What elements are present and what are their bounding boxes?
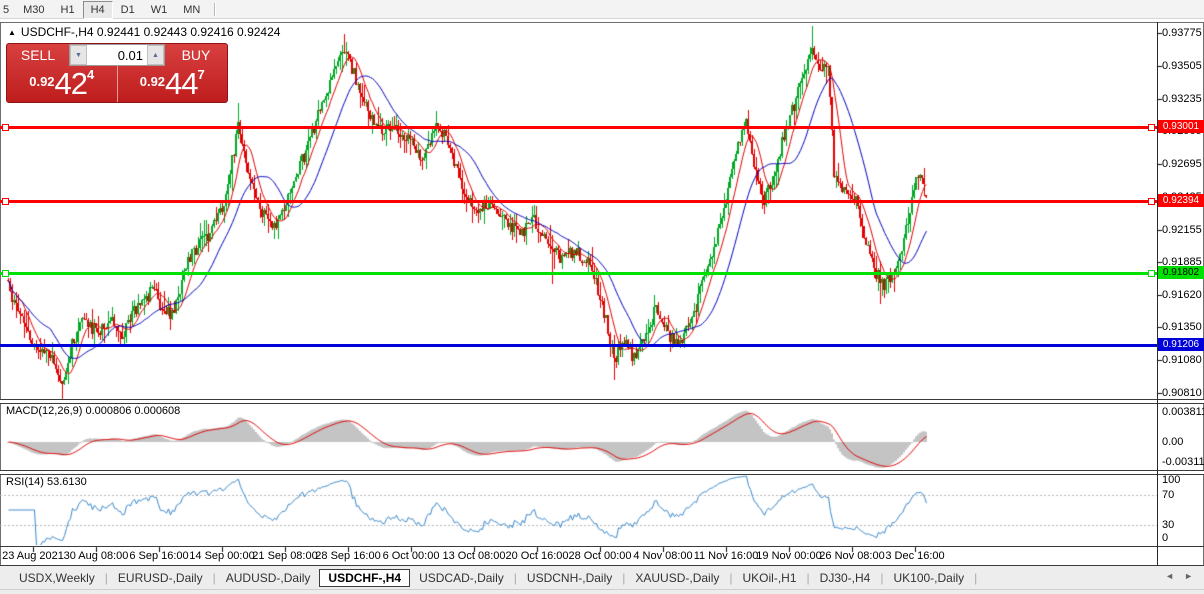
date-axis-label: 6 Sep 16:00 <box>129 550 189 562</box>
line-drag-handle[interactable] <box>2 124 9 131</box>
date-axis-label: 11 Nov 16:00 <box>693 550 759 562</box>
lot-decrease-button[interactable]: ▼ <box>70 45 87 65</box>
sell-price-display[interactable]: 0.92424 <box>7 66 118 102</box>
line-drag-handle[interactable] <box>2 198 9 205</box>
chart-tab-eurusd-daily[interactable]: EURUSD-,Daily <box>109 569 212 587</box>
price-axis-tick: 0.92695 <box>1162 158 1202 171</box>
chart-tab-bar: USDX,Weekly | EURUSD-,Daily | AUDUSD-,Daily U… <box>0 566 1204 589</box>
rsi-indicator-label: RSI(14) 53.6130 <box>6 476 87 488</box>
lot-size-stepper: ▼ ▲ <box>69 44 165 66</box>
date-axis-label: 21 Sep 08:00 <box>252 550 318 562</box>
chart-tab-usdx-weekly[interactable]: USDX,Weekly <box>10 569 104 587</box>
buy-price-display[interactable]: 0.92447 <box>118 66 228 102</box>
line-drag-handle[interactable] <box>1148 124 1155 131</box>
chart-tab-uk100-daily[interactable]: UK100-,Daily <box>884 569 973 587</box>
chart-title-text: USDCHF-,H4 0.92441 0.92443 0.92416 0.924… <box>20 25 281 39</box>
tab-scroll-left-icon[interactable]: ◄ <box>1160 571 1179 581</box>
macd-axis-tick: -0.00311 <box>1162 456 1204 468</box>
chart-tab-usdchf-h4[interactable]: USDCHF-,H4 <box>319 568 411 587</box>
date-axis-label: 20 Oct 16:00 <box>505 550 569 562</box>
chart-tab-usdcnh-daily[interactable]: USDCNH-,Daily <box>518 569 621 587</box>
sell-price-main: 42 <box>54 66 88 101</box>
tab-scroll-arrows: ◄ ► <box>1160 571 1198 581</box>
date-axis-label: 28 Sep 16:00 <box>315 550 381 562</box>
date-axis-label: 28 Oct 00:00 <box>568 550 632 562</box>
macd-axis-tick: 0.00 <box>1162 436 1184 448</box>
macd-indicator-label: MACD(12,26,9) 0.000806 0.000608 <box>6 405 181 417</box>
chart-tab-dj30-h4[interactable]: DJ30-,H4 <box>811 569 880 587</box>
chart-tab-usdcad-daily[interactable]: USDCAD-,Daily <box>410 569 513 587</box>
price-tag-0.91206: 0.91206 <box>1158 338 1204 351</box>
date-axis-label: 30 Aug 08:00 <box>63 550 129 562</box>
axis-separator-line <box>1157 22 1158 566</box>
status-strip <box>0 589 1204 594</box>
horizontal-line-0.91206[interactable] <box>0 344 1157 347</box>
sell-price-prefix: 0.92 <box>29 74 55 89</box>
date-axis-label: 14 Sep 00:00 <box>189 550 255 562</box>
price-tag-0.93001: 0.93001 <box>1158 120 1204 133</box>
line-drag-handle[interactable] <box>1148 198 1155 205</box>
date-axis-label: 13 Oct 08:00 <box>442 550 506 562</box>
buy-price-main: 44 <box>165 66 198 101</box>
price-axis-tick: 0.93505 <box>1162 59 1202 72</box>
rsi-panel-separator[interactable] <box>0 470 1204 475</box>
rsi-axis-tick: 0 <box>1162 532 1169 544</box>
price-axis-tick: 0.90810 <box>1162 387 1202 399</box>
rsi-axis-tick: 30 <box>1162 519 1175 531</box>
sell-button[interactable]: SELL <box>7 47 69 63</box>
buy-button[interactable]: BUY <box>165 47 227 63</box>
sell-price-pip: 4 <box>87 67 95 82</box>
date-axis-top-border <box>0 546 1204 547</box>
lot-size-input[interactable] <box>87 45 147 65</box>
macd-panel-separator[interactable] <box>0 399 1204 404</box>
price-axis-tick: 0.91350 <box>1162 321 1202 334</box>
date-axis-label: 4 Nov 08:00 <box>633 550 693 562</box>
price-axis-tick: 0.93775 <box>1162 27 1202 39</box>
collapse-trade-panel-icon[interactable]: ▲ <box>8 28 16 37</box>
line-drag-handle[interactable] <box>1148 270 1155 277</box>
tab-scroll-right-icon[interactable]: ► <box>1179 571 1198 581</box>
horizontal-line-0.92394[interactable] <box>0 200 1157 203</box>
price-axis-tick: 0.92155 <box>1162 223 1202 236</box>
macd-axis-tick: 0.003811 <box>1162 406 1204 418</box>
horizontal-line-0.93001[interactable] <box>0 126 1157 129</box>
chart-tab-ukoil-h1[interactable]: UKOil-,H1 <box>734 569 806 587</box>
chart-tab-xauusd-daily[interactable]: XAUUSD-,Daily <box>626 569 728 587</box>
price-axis-tick: 0.93235 <box>1162 92 1202 105</box>
date-axis-label: 26 Nov 08:00 <box>819 550 885 562</box>
price-axis-tick: 0.91620 <box>1162 288 1202 301</box>
one-click-trade-panel: SELL ▼ ▲ BUY 0.92424 0.92447 <box>6 43 228 103</box>
line-drag-handle[interactable] <box>2 270 9 277</box>
date-axis-label: 19 Nov 00:00 <box>756 550 822 562</box>
chart-title: ▲ USDCHF-,H4 0.92441 0.92443 0.92416 0.92… <box>8 25 280 39</box>
chart-tab-audusd-daily[interactable]: AUDUSD-,Daily <box>217 569 320 587</box>
rsi-axis-tick: 100 <box>1162 474 1181 486</box>
rsi-axis-tick: 70 <box>1162 489 1175 501</box>
buy-price-pip: 7 <box>197 67 205 82</box>
price-tag-0.91802: 0.91802 <box>1158 266 1204 279</box>
lot-increase-button[interactable]: ▲ <box>147 45 164 65</box>
buy-price-prefix: 0.92 <box>139 74 166 89</box>
date-axis-label: 3 Dec 16:00 <box>885 550 945 562</box>
date-axis-label: 23 Aug 2021 <box>2 550 64 562</box>
price-axis-tick: 0.91080 <box>1162 354 1202 367</box>
horizontal-line-0.91802[interactable] <box>0 272 1157 275</box>
price-tag-0.92394: 0.92394 <box>1158 194 1204 207</box>
tab-separator: | <box>974 570 978 585</box>
date-axis-label: 6 Oct 00:00 <box>382 550 440 562</box>
trading-platform-window: 5M30H1H4D1W1MN ▲USDCHF-,H4 0.92441 0.924… <box>0 0 1204 594</box>
